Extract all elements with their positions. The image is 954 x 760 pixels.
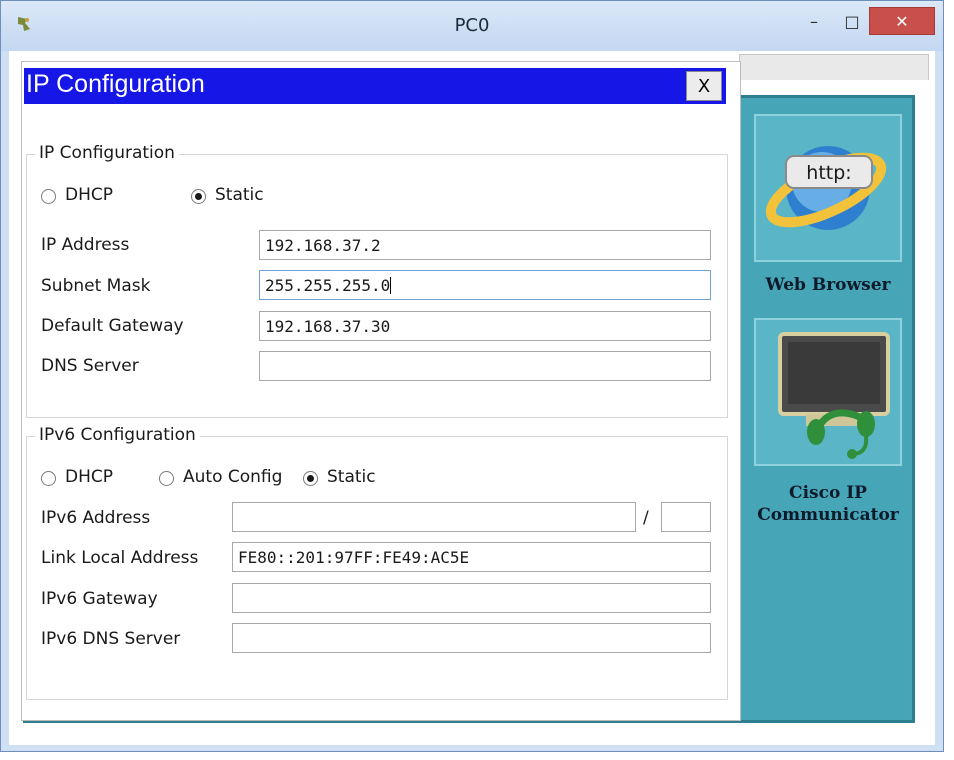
web-browser-icon: http: [765,146,887,230]
ipv6-dns-server-field[interactable] [232,623,711,653]
subnet-mask-label: Subnet Mask [41,276,151,296]
ipv4-static-radio[interactable] [191,189,206,204]
minimize-icon: – [810,11,818,31]
ipv4-config-group: IP Configuration DHCP Static IP Address … [26,143,728,418]
dialog-titlebar[interactable]: IP Configuration X [24,68,726,104]
app-label-ip-communicator[interactable]: Cisco IP Communicator [743,482,913,526]
ipv6-config-group: IPv6 Configuration DHCP Auto Config Stat… [26,425,728,700]
default-gateway-label: Default Gateway [41,316,184,336]
app-tile-ip-communicator[interactable] [754,318,902,466]
ipv4-dhcp-label[interactable]: DHCP [65,185,113,205]
ip-communicator-icon [778,332,890,459]
maximize-icon: □ [844,11,860,31]
ipv6-auto-config-radio[interactable] [159,471,174,486]
prefix-separator: / [643,508,649,528]
svg-text:http:: http: [806,162,851,184]
ip-configuration-dialog: IP Configuration X IP Configuration DHCP… [21,61,741,721]
ip-address-field[interactable]: 192.168.37.2 [259,230,711,260]
ipv6-static-label[interactable]: Static [327,467,376,487]
default-gateway-field[interactable]: 192.168.37.30 [259,311,711,341]
ipv6-address-label: IPv6 Address [41,508,151,528]
ipv6-address-field[interactable] [232,502,636,532]
ipv6-dns-server-label: IPv6 DNS Server [41,629,181,649]
ipv6-dhcp-label[interactable]: DHCP [65,467,113,487]
app-tile-web-browser[interactable]: http: [754,114,902,262]
ipv6-gateway-label: IPv6 Gateway [41,589,158,609]
window-titlebar[interactable]: PC0 – □ ✕ [1,1,943,51]
pc0-window: PC0 – □ ✕ http: Web Browser Cisco IP Com… [0,0,944,752]
ipv4-dhcp-radio[interactable] [41,189,56,204]
text-cursor [390,277,392,294]
ipv6-static-radio[interactable] [303,471,318,486]
close-icon: ✕ [895,11,909,31]
ipv6-dhcp-radio[interactable] [41,471,56,486]
subnet-mask-field[interactable]: 255.255.255.0 [259,270,711,300]
dns-server-field[interactable] [259,351,711,381]
dialog-close-button[interactable]: X [686,71,722,101]
maximize-button[interactable]: □ [839,7,865,35]
window-client-area: http: Web Browser Cisco IP Communicator [9,51,935,745]
ipv6-auto-config-label[interactable]: Auto Config [183,467,282,487]
ipv4-group-legend: IP Configuration [35,143,179,163]
link-local-address-label: Link Local Address [41,548,199,568]
ip-address-label: IP Address [41,235,130,255]
tab-strip [739,54,929,80]
ipv4-static-label[interactable]: Static [215,185,264,205]
ipv6-prefix-length-field[interactable] [661,502,711,532]
link-local-address-field[interactable]: FE80::201:97FF:FE49:AC5E [232,542,711,572]
ipv6-gateway-field[interactable] [232,583,711,613]
app-label-web-browser[interactable]: Web Browser [743,274,913,296]
dns-server-label: DNS Server [41,356,139,376]
ipv6-group-legend: IPv6 Configuration [35,425,200,445]
minimize-button[interactable]: – [801,7,827,35]
dialog-title: IP Configuration [26,70,205,98]
window-close-button[interactable]: ✕ [869,7,935,35]
